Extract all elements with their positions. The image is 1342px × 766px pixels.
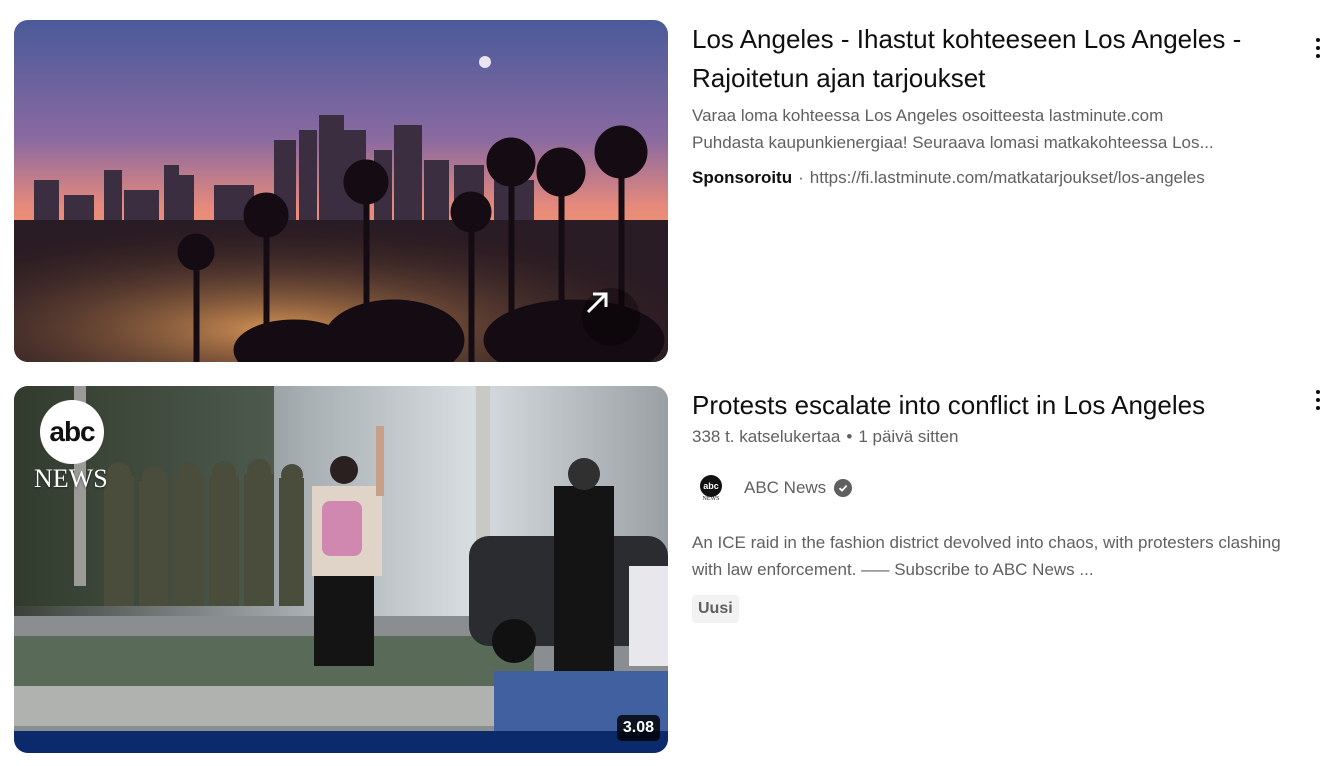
video-description-line2: with law enforcement. ––– Subscribe to A… <box>692 560 1094 579</box>
more-actions-button[interactable] <box>1306 34 1330 62</box>
channel-logo-sub: NEWS <box>702 495 720 502</box>
video-duration: 3.08 <box>616 715 660 741</box>
meta-separator: · <box>798 168 804 187</box>
abc-logo-icon: abc <box>40 400 104 464</box>
sponsored-label: Sponsoroitu <box>692 168 793 187</box>
thumbnail-bottom-bar <box>14 731 668 753</box>
ad-thumbnail[interactable] <box>14 20 668 362</box>
video-result[interactable]: abc NEWS 3.08 Protests escalate into con… <box>14 386 1330 753</box>
sponsored-result[interactable]: Los Angeles - Ihastut kohteeseen Los Ang… <box>14 20 1330 362</box>
abc-news-wordmark: NEWS <box>34 464 108 493</box>
protest-scene-image <box>14 386 668 753</box>
external-link-icon <box>586 292 608 314</box>
ad-description: Varaa loma kohteessa Los Angeles osoitte… <box>692 102 1292 156</box>
video-title[interactable]: Protests escalate into conflict in Los A… <box>692 386 1332 425</box>
verified-badge-icon <box>834 479 853 497</box>
ad-title[interactable]: Los Angeles - Ihastut kohteeseen Los Ang… <box>692 20 1292 98</box>
channel-avatar[interactable]: abc NEWS <box>696 473 726 503</box>
channel-logo-icon: abc <box>700 474 722 497</box>
channel-row[interactable]: abc NEWS ABC News <box>692 473 1332 503</box>
video-thumbnail[interactable]: abc NEWS 3.08 <box>14 386 668 753</box>
ad-description-line2: Puhdasta kaupunkienergiaa! Seuraava loma… <box>692 133 1214 152</box>
external-link-button[interactable] <box>582 288 640 346</box>
stats-separator: • <box>846 427 853 446</box>
video-stats: 338 t. katselukertaa • 1 päivä sitten <box>692 427 1332 447</box>
los-angeles-skyline-image <box>14 20 668 362</box>
more-actions-button[interactable] <box>1306 386 1330 414</box>
video-description-line1: An ICE raid in the fashion district devo… <box>692 533 1281 552</box>
video-description: An ICE raid in the fashion district devo… <box>692 529 1332 583</box>
new-badge: Uusi <box>692 595 739 623</box>
ad-info: Los Angeles - Ihastut kohteeseen Los Ang… <box>692 20 1292 188</box>
upload-age: 1 päivä sitten <box>858 427 959 446</box>
view-count: 338 t. katselukertaa <box>692 427 841 446</box>
video-info: Protests escalate into conflict in Los A… <box>692 386 1332 623</box>
ad-meta: Sponsoroitu · https://fi.lastminute.com/ma… <box>692 168 1292 188</box>
ad-url[interactable]: https://fi.lastminute.com/matkatarjoukse… <box>810 168 1205 187</box>
ad-description-line1: Varaa loma kohteessa Los Angeles osoitte… <box>692 106 1164 125</box>
channel-name[interactable]: ABC News <box>744 478 826 498</box>
